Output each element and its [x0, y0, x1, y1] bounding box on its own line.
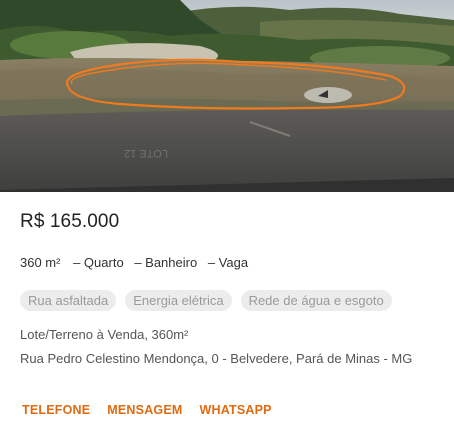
- tag-electricity: Energia elétrica: [125, 290, 232, 311]
- feature-bedroom: – Quarto: [73, 255, 124, 270]
- listing-address[interactable]: Rua Pedro Celestino Mendonça, 0 - Belved…: [20, 351, 412, 366]
- feature-area: 360 m²: [20, 255, 61, 270]
- whatsapp-button[interactable]: WHATSAPP: [200, 403, 272, 417]
- phone-button[interactable]: TELEFONE: [22, 403, 90, 417]
- contact-actions: TELEFONE MENSAGEM WHATSAPP: [22, 403, 272, 417]
- tag-paved-street: Rua asfaltada: [20, 290, 117, 311]
- listing-price: R$ 165.000: [20, 211, 120, 232]
- property-listing-card[interactable]: LOTE 12 R$ 165.000 360 m² – Quarto – Ban…: [0, 0, 454, 426]
- amenity-tags: Rua asfaltada Energia elétrica Rede de á…: [20, 290, 392, 311]
- tag-water-sewage: Rede de água e esgoto: [240, 290, 392, 311]
- feature-bathroom: – Banheiro: [134, 255, 198, 270]
- svg-text:LOTE 12: LOTE 12: [124, 147, 168, 159]
- feature-parking: – Vaga: [207, 255, 249, 270]
- listing-features: 360 m² – Quarto – Banheiro – Vaga: [20, 255, 255, 270]
- listing-description[interactable]: Lote/Terreno à Venda, 360m²: [20, 327, 188, 342]
- property-photo[interactable]: LOTE 12: [0, 0, 454, 192]
- message-button[interactable]: MENSAGEM: [107, 403, 182, 417]
- property-photo-image: LOTE 12: [0, 0, 454, 192]
